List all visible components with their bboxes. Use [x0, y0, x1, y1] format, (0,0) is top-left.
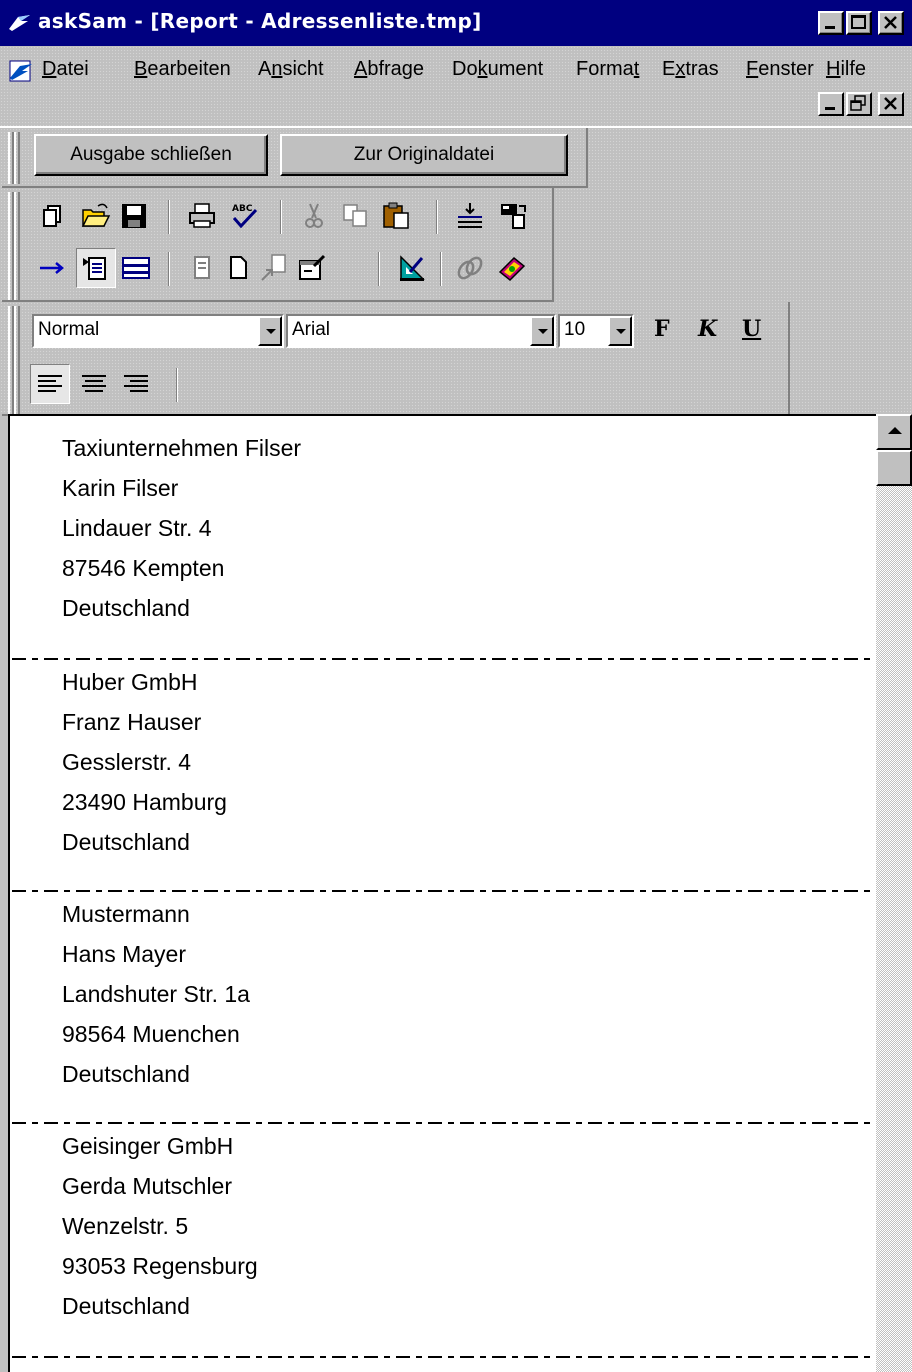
query-icon[interactable]: [396, 252, 428, 284]
record-divider: [12, 1122, 876, 1124]
menu-datei[interactable]: Datei: [42, 58, 89, 81]
record-line: Deutschland: [62, 595, 190, 621]
address-record[interactable]: Huber GmbH Franz Hauser Gesslerstr. 4 23…: [62, 662, 862, 862]
font-select[interactable]: Arial: [286, 314, 556, 348]
window-title: askSam - [Report - Adressenliste.tmp]: [38, 9, 482, 33]
record-line: Landshuter Str. 1a: [62, 981, 250, 1007]
document-window-icon[interactable]: [8, 58, 34, 84]
align-center-icon[interactable]: [78, 368, 110, 400]
title-bar: askSam - [Report - Adressenliste.tmp]: [0, 0, 912, 46]
scroll-up-button[interactable]: [876, 414, 912, 450]
record-line: Hans Mayer: [62, 941, 186, 967]
record-line: 87546 Kempten: [62, 555, 225, 581]
document-view-icon[interactable]: [76, 248, 116, 288]
print-icon[interactable]: [186, 200, 218, 232]
close-button[interactable]: [878, 11, 904, 35]
record-line: Wenzelstr. 5: [62, 1213, 189, 1239]
menu-fenster[interactable]: Fenster: [746, 58, 814, 81]
spellcheck-icon[interactable]: ABC: [228, 200, 260, 232]
toolbar-separator: [436, 200, 438, 234]
arrow-right-icon[interactable]: [36, 252, 68, 284]
copy-icon[interactable]: [340, 200, 372, 232]
menu-format[interactable]: Format: [576, 58, 639, 81]
style-select[interactable]: Normal: [32, 314, 284, 348]
align-left-icon[interactable]: [30, 364, 70, 404]
record-line: Mustermann: [62, 901, 190, 927]
address-record[interactable]: Geisinger GmbH Gerda Mutschler Wenzelstr…: [62, 1126, 862, 1326]
move-document-icon[interactable]: [258, 252, 290, 284]
report-document[interactable]: Taxiunternehmen Filser Karin Filser Lind…: [8, 414, 912, 1372]
menu-extras[interactable]: Extras: [662, 58, 719, 81]
toolbar-separator: [168, 200, 170, 234]
toolbar-area: Ausgabe schließen Zur Originaldatei ABC: [0, 126, 912, 416]
blank-page-icon[interactable]: [222, 252, 254, 284]
record-divider: [12, 890, 876, 892]
record-line: Franz Hauser: [62, 709, 202, 735]
menu-abfrage[interactable]: Abfrage: [354, 58, 424, 81]
record-line: Gesslerstr. 4: [62, 749, 192, 775]
doc-restore-button[interactable]: [846, 92, 872, 116]
record-line: Geisinger GmbH: [62, 1133, 234, 1159]
link-icon[interactable]: [454, 252, 486, 284]
field-icon[interactable]: [498, 200, 530, 232]
italic-button[interactable]: K: [698, 316, 717, 342]
minimize-button[interactable]: [818, 11, 844, 35]
insert-line-icon[interactable]: [454, 200, 486, 232]
record-line: Deutschland: [62, 829, 190, 855]
doc-minimize-button[interactable]: [818, 92, 844, 116]
record-line: Huber GmbH: [62, 669, 198, 695]
style-select-value: Normal: [38, 319, 100, 340]
toolbar-separator: [280, 200, 282, 234]
record-line: Karin Filser: [62, 475, 179, 501]
new-document-icon[interactable]: [38, 200, 70, 232]
doc-close-button[interactable]: [878, 92, 904, 116]
font-size-value: 10: [564, 319, 586, 340]
save-disk-icon[interactable]: [118, 200, 150, 232]
address-record[interactable]: Taxiunternehmen Filser Karin Filser Lind…: [62, 428, 862, 628]
record-line: 93053 Regensburg: [62, 1253, 258, 1279]
vertical-scrollbar[interactable]: [876, 414, 912, 1372]
paste-icon[interactable]: [380, 200, 412, 232]
record-line: Deutschland: [62, 1061, 190, 1087]
chevron-down-icon[interactable]: [530, 316, 554, 346]
scroll-thumb[interactable]: [876, 450, 912, 486]
align-right-icon[interactable]: [120, 368, 152, 400]
bold-button[interactable]: F: [654, 316, 670, 342]
svg-text:ABC: ABC: [232, 204, 253, 214]
underline-button[interactable]: U: [742, 316, 761, 342]
close-output-button[interactable]: Ausgabe schließen: [34, 134, 268, 176]
menu-bearbeiten[interactable]: Bearbeiten: [134, 58, 231, 81]
help-book-icon[interactable]: [496, 252, 528, 284]
record-line: Taxiunternehmen Filser: [62, 435, 302, 461]
address-record[interactable]: Mustermann Hans Mayer Landshuter Str. 1a…: [62, 894, 862, 1094]
toolbar-separator: [176, 368, 178, 402]
to-original-file-button[interactable]: Zur Originaldatei: [280, 134, 568, 176]
scroll-track[interactable]: [876, 414, 912, 1372]
cut-icon[interactable]: [298, 200, 330, 232]
toolbar-separator: [378, 252, 380, 286]
record-line: 23490 Hamburg: [62, 789, 227, 815]
menu-ansicht[interactable]: Ansicht: [258, 58, 324, 81]
asksam-app-icon[interactable]: [8, 11, 32, 35]
font-size-select[interactable]: 10: [558, 314, 634, 348]
menu-hilfe[interactable]: Hilfe: [826, 58, 866, 81]
menu-bar: Datei Bearbeiten Ansicht Abfrage Dokumen…: [0, 46, 912, 126]
menu-dokument[interactable]: Dokument: [452, 58, 543, 81]
record-divider: [12, 658, 876, 660]
properties-icon[interactable]: [296, 252, 328, 284]
page-icon[interactable]: [186, 252, 218, 284]
chevron-down-icon[interactable]: [258, 316, 282, 346]
open-folder-icon[interactable]: [80, 200, 112, 232]
record-line: Gerda Mutschler: [62, 1173, 233, 1199]
font-select-value: Arial: [292, 319, 331, 340]
toolbar-separator: [168, 252, 170, 286]
toolbar-separator: [440, 252, 442, 286]
record-line: 98564 Muenchen: [62, 1021, 240, 1047]
record-divider: [12, 1356, 876, 1358]
record-line: Lindauer Str. 4: [62, 515, 212, 541]
chevron-down-icon[interactable]: [608, 316, 632, 346]
maximize-button[interactable]: [846, 11, 872, 35]
form-view-icon[interactable]: [120, 252, 152, 284]
record-line: Deutschland: [62, 1293, 190, 1319]
